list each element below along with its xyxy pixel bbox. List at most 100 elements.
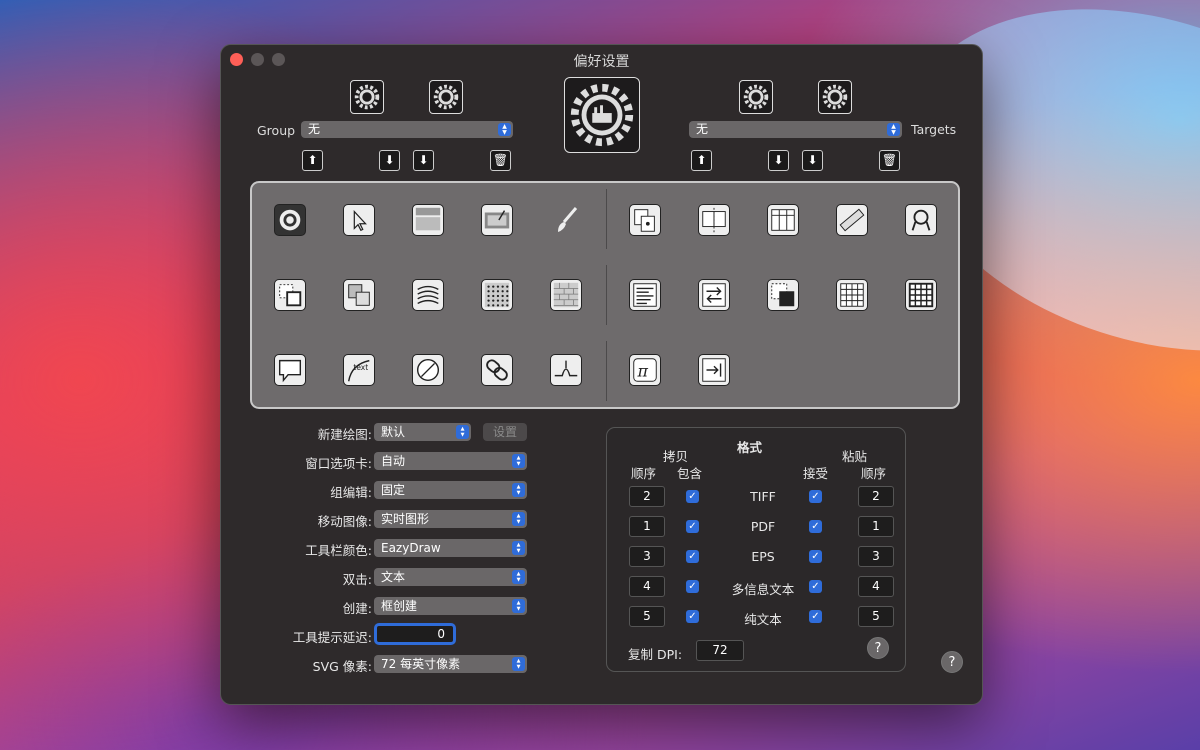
swap-arrows-icon[interactable] <box>698 279 730 311</box>
targets-select[interactable]: 无 <box>689 121 902 138</box>
group-select[interactable]: 无 <box>301 121 513 138</box>
document-stack-icon[interactable] <box>629 204 661 236</box>
brick-pattern-icon[interactable] <box>550 279 582 311</box>
setting-label: 组编辑: <box>330 485 372 500</box>
copy-order-field[interactable]: 1 <box>629 516 665 537</box>
svg-text:π: π <box>637 362 649 381</box>
text-lines-icon[interactable] <box>629 279 661 311</box>
copy-include-checkbox[interactable]: ✓ <box>686 490 699 503</box>
paste-order-header: 顺序 <box>861 466 887 481</box>
setting-popup[interactable]: 实时图形 <box>374 510 527 528</box>
formats-panel: 格式 拷贝 粘贴 顺序 包含 接受 顺序 2 ✓ TIFF ✓ 2 1 ✓ PDF ✓ 1 3 ✓ EP… <box>606 427 906 672</box>
targets-move-down-button[interactable]: ⬇ <box>768 150 789 171</box>
grid-bold-icon[interactable] <box>905 279 937 311</box>
move-down-button[interactable]: ⬇ <box>379 150 400 171</box>
gear-refresh-icon[interactable] <box>350 80 384 114</box>
paste-order-field[interactable]: 1 <box>858 516 894 537</box>
paste-order-field[interactable]: 2 <box>858 486 894 507</box>
format-name: EPS <box>751 549 775 564</box>
setting-popup[interactable]: 默认 <box>374 423 471 441</box>
setting-value: 实时图形 <box>381 512 430 526</box>
paste-accept-checkbox[interactable]: ✓ <box>809 610 822 623</box>
ruler-icon[interactable] <box>836 204 868 236</box>
targets-label: Targets <box>911 122 957 137</box>
targets-move-up-button[interactable]: ⬆ <box>691 150 712 171</box>
gear-icon-right[interactable] <box>818 80 852 114</box>
brush-tool-icon[interactable] <box>550 204 582 236</box>
circle-target-tool-icon[interactable] <box>274 204 306 236</box>
delete-button[interactable]: 🗑 <box>490 150 511 171</box>
setting-value: 文本 <box>381 570 406 584</box>
paste-accept-checkbox[interactable]: ✓ <box>809 490 822 503</box>
copy-include-checkbox[interactable]: ✓ <box>686 550 699 563</box>
chevron-updown-icon <box>512 512 525 526</box>
setting-popup[interactable]: 固定 <box>374 481 527 499</box>
chevron-updown-icon <box>512 541 525 555</box>
move-up-button[interactable]: ⬆ <box>302 150 323 171</box>
copy-include-checkbox[interactable]: ✓ <box>686 580 699 593</box>
copy-order-field[interactable]: 4 <box>629 576 665 597</box>
gear-icon[interactable] <box>429 80 463 114</box>
setting-popup[interactable]: 文本 <box>374 568 527 586</box>
split-document-icon[interactable] <box>698 204 730 236</box>
setting-popup[interactable]: EazyDraw <box>374 539 527 557</box>
copy-include-header: 包含 <box>677 466 703 481</box>
move-bottom-button[interactable]: ⬇ <box>413 150 434 171</box>
preferences-window: 偏好设置 Group 无 无 Targets ⬆ ⬇ ⬇ 🗑 ⬆ ⬇ ⬇ 🗑 <box>220 44 983 705</box>
setting-label: 工具栏颜色: <box>305 543 372 558</box>
setting-value: EazyDraw <box>381 541 441 555</box>
setting-label: 移动图像: <box>317 514 372 529</box>
chevron-updown-icon <box>512 657 525 671</box>
setting-popup[interactable]: 框创建 <box>374 597 527 615</box>
tooltip-delay-field[interactable]: 0 <box>374 623 456 645</box>
copy-dpi-field[interactable]: 72 <box>696 640 744 661</box>
factory-gear-icon[interactable] <box>564 77 640 153</box>
copy-order-header: 顺序 <box>631 466 657 481</box>
layers-icon[interactable] <box>412 279 444 311</box>
text-on-path-icon[interactable]: text <box>343 354 375 386</box>
group-shapes-icon[interactable] <box>343 279 375 311</box>
paste-order-field[interactable]: 4 <box>858 576 894 597</box>
svg-text:text: text <box>353 363 368 372</box>
help-button[interactable]: ? <box>941 651 963 673</box>
setting-label: 创建: <box>342 601 372 616</box>
chevron-updown-icon <box>512 599 525 613</box>
columns-icon[interactable] <box>767 204 799 236</box>
copy-order-field[interactable]: 3 <box>629 546 665 567</box>
paste-accept-checkbox[interactable]: ✓ <box>809 520 822 533</box>
keyboard-tool-icon[interactable] <box>412 204 444 236</box>
chain-link-icon[interactable] <box>481 354 513 386</box>
gear-refresh-icon-right[interactable] <box>739 80 773 114</box>
paste-order-field[interactable]: 5 <box>858 606 894 627</box>
text-style-icon[interactable]: π <box>629 354 661 386</box>
format-name: 纯文本 <box>744 612 782 627</box>
setting-value: 72 每英寸像素 <box>381 657 461 671</box>
tab-stop-icon[interactable] <box>698 354 730 386</box>
chevron-updown-icon <box>498 123 511 136</box>
arrange-front-icon[interactable] <box>274 279 306 311</box>
targets-delete-button[interactable]: 🗑 <box>879 150 900 171</box>
copy-include-checkbox[interactable]: ✓ <box>686 610 699 623</box>
chevron-updown-icon <box>512 570 525 584</box>
formats-help-button[interactable]: ? <box>867 637 889 659</box>
tablet-tool-icon[interactable] <box>481 204 513 236</box>
copy-include-checkbox[interactable]: ✓ <box>686 520 699 533</box>
dot-pattern-icon[interactable] <box>481 279 513 311</box>
ribbon-icon[interactable] <box>905 204 937 236</box>
setting-popup[interactable]: 72 每英寸像素 <box>374 655 527 673</box>
set-button[interactable]: 设置 <box>483 423 527 441</box>
copy-order-field[interactable]: 5 <box>629 606 665 627</box>
measure-angle-icon[interactable] <box>412 354 444 386</box>
speech-bubble-icon[interactable] <box>274 354 306 386</box>
chevron-updown-icon <box>456 425 469 439</box>
fill-stroke-icon[interactable] <box>767 279 799 311</box>
grid-icon[interactable] <box>836 279 868 311</box>
copy-order-field[interactable]: 2 <box>629 486 665 507</box>
pointer-tool-icon[interactable] <box>343 204 375 236</box>
paste-accept-checkbox[interactable]: ✓ <box>809 550 822 563</box>
paste-order-field[interactable]: 3 <box>858 546 894 567</box>
node-tool-icon[interactable] <box>550 354 582 386</box>
paste-accept-checkbox[interactable]: ✓ <box>809 580 822 593</box>
setting-popup[interactable]: 自动 <box>374 452 527 470</box>
targets-move-bottom-button[interactable]: ⬇ <box>802 150 823 171</box>
